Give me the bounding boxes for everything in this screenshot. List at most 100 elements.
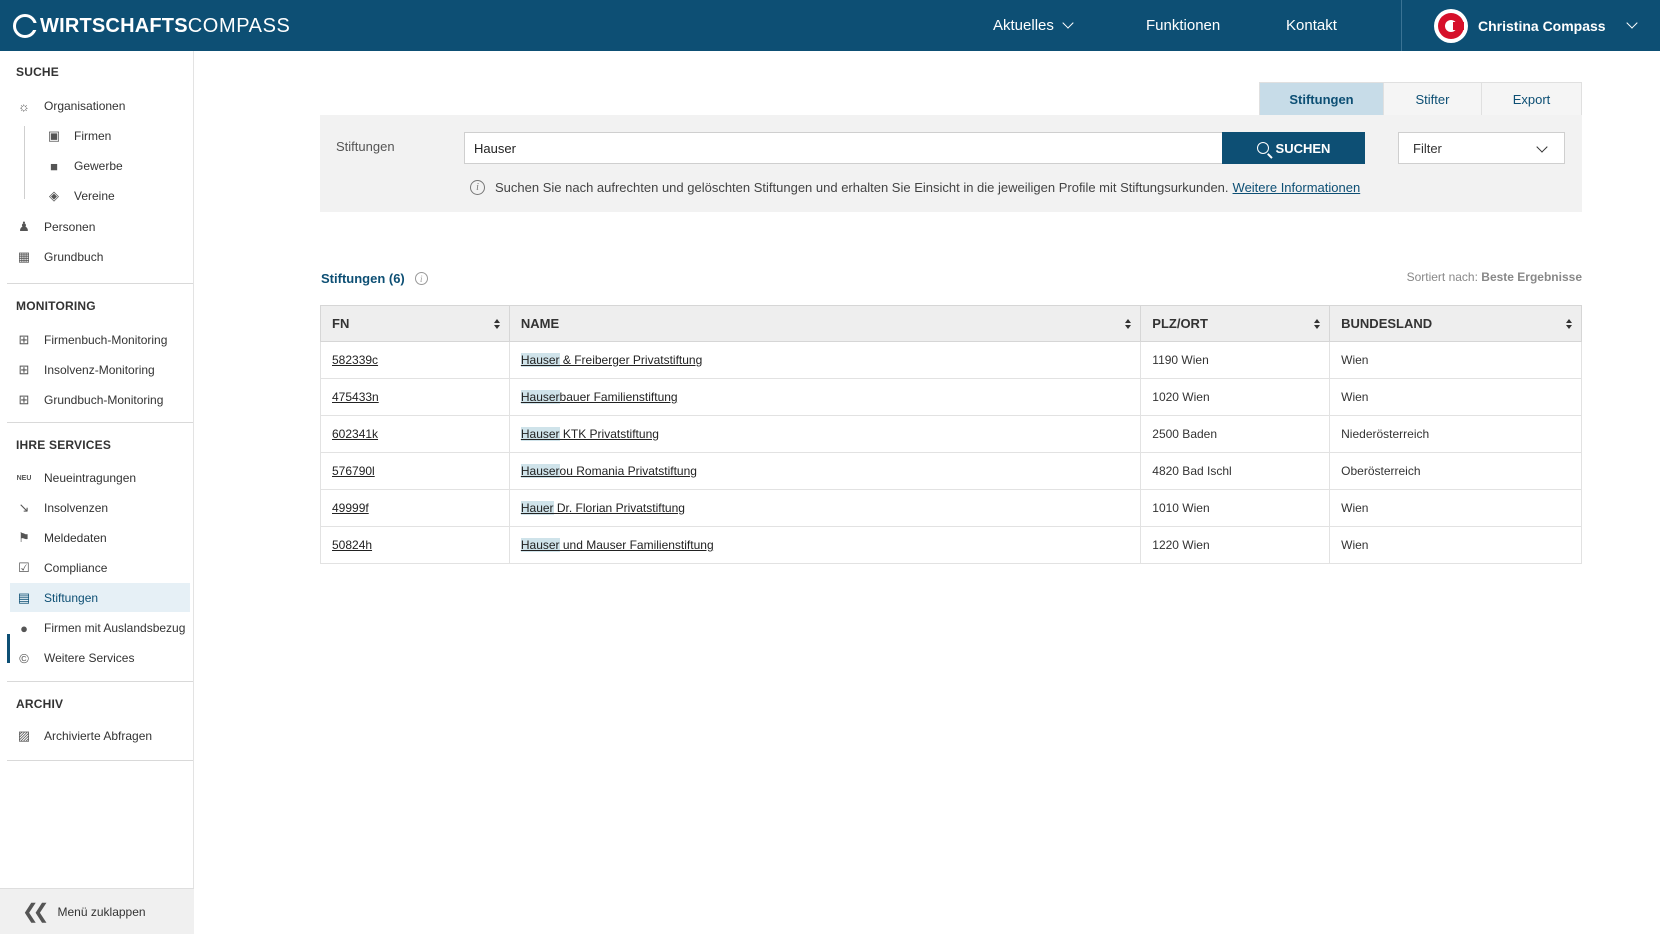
results-title-text: Stiftungen (6) — [321, 271, 405, 286]
fn-link[interactable]: 602341k — [332, 427, 378, 441]
fn-link[interactable]: 582339c — [332, 353, 378, 367]
collapse-menu-label: Menü zuklappen — [57, 904, 146, 919]
fn-link[interactable]: 50824h — [332, 538, 372, 552]
search-info: i Suchen Sie nach aufrechten und gelösch… — [470, 180, 1360, 195]
sidebar-divider — [7, 681, 193, 682]
sidebar-item-gewerbe[interactable]: ■ Gewerbe — [46, 153, 190, 179]
name-text: Dr. Florian Privatstiftung — [553, 501, 685, 515]
table-row: 50824h Hauser und Mauser Familienstiftun… — [320, 526, 1582, 564]
name-link[interactable]: Hauer Dr. Florian Privatstiftung — [520, 501, 685, 515]
column-label: PLZ/ORT — [1152, 316, 1208, 331]
search-input[interactable] — [464, 132, 1223, 164]
monitor-add-icon: ⊞ — [18, 392, 30, 407]
neu-badge: NEU — [16, 474, 32, 482]
sidebar-item-label: Firmen mit Auslandsbezug — [44, 621, 186, 635]
sidebar-item-compliance[interactable]: ☑ Compliance — [16, 555, 190, 581]
building-columns-icon: ▤ — [17, 589, 31, 605]
more-info-link[interactable]: Weitere Informationen — [1233, 180, 1361, 195]
filter-label: Filter — [1413, 140, 1442, 156]
collapse-menu-button[interactable]: ❮❮ Menü zuklappen — [0, 888, 194, 934]
name-link[interactable]: Hauser KTK Privatstiftung — [520, 427, 659, 441]
cell-fn: 50824h — [320, 526, 510, 564]
fn-link[interactable]: 576790l — [332, 464, 375, 478]
info-icon[interactable]: i — [414, 272, 428, 285]
sidebar-item-label: Grundbuch-Monitoring — [44, 393, 164, 407]
sidebar-item-neueintragungen[interactable]: NEU Neueintragungen — [16, 465, 190, 491]
column-header-name[interactable]: NAME — [508, 305, 1142, 342]
cell-fn: 602341k — [320, 415, 510, 453]
sidebar-item-label: Neueintragungen — [44, 471, 137, 485]
table-row: 602341k Hauser KTK Privatstiftung 2500 B… — [320, 415, 1582, 453]
section-title-archiv: ARCHIV — [16, 697, 64, 711]
sidebar-item-firmenbuch-monitoring[interactable]: ⊞ Firmenbuch-Monitoring — [16, 327, 190, 353]
search-button[interactable]: SUCHEN — [1222, 132, 1365, 164]
name-link[interactable]: Hauser und Mauser Familienstiftung — [520, 538, 714, 552]
flag-icon: ⚑ — [18, 530, 30, 545]
cell-fn: 582339c — [320, 341, 510, 379]
sort-icon — [1125, 319, 1132, 330]
user-menu[interactable]: Christina Compass — [1434, 0, 1638, 51]
sidebar-item-weitere-services[interactable]: © Weitere Services — [16, 645, 190, 671]
tab-stiftungen[interactable]: Stiftungen — [1260, 83, 1383, 115]
fn-link[interactable]: 475433n — [332, 390, 379, 404]
nav-kontakt[interactable]: Kontakt — [1286, 17, 1337, 34]
sidebar-item-label: Grundbuch — [44, 250, 104, 264]
top-bar: WIRTSCHAFTS COMPASS Aktuelles Funktionen … — [0, 0, 1660, 51]
cell-name: Hauserou Romania Privatstiftung — [509, 452, 1142, 490]
search-highlight: Hauser — [520, 464, 560, 478]
sidebar-item-label: Vereine — [74, 189, 115, 203]
column-label: BUNDESLAND — [1341, 316, 1433, 331]
sort-prefix: Sortiert nach: — [1406, 270, 1478, 284]
name-link[interactable]: Hauserbauer Familienstiftung — [520, 390, 678, 404]
compass-logo-icon — [13, 14, 38, 38]
nav-funktionen[interactable]: Funktionen — [1146, 17, 1220, 34]
name-text: ou Romania Privatstiftung — [559, 464, 697, 478]
column-header-plz-ort[interactable]: PLZ/ORT — [1140, 305, 1331, 342]
sidebar-item-firmen-auslandsbezug[interactable]: ● Firmen mit Auslandsbezug — [16, 615, 190, 641]
archive-icon: ▨ — [17, 728, 31, 743]
sidebar-item-meldedaten[interactable]: ⚑ Meldedaten — [16, 525, 190, 551]
filter-dropdown[interactable]: Filter — [1398, 132, 1565, 164]
shield-icon: ◈ — [49, 188, 59, 203]
info-text: Suchen Sie nach aufrechten und gelöschte… — [495, 180, 1229, 195]
sidebar-item-insolvenzen[interactable]: ↘ Insolvenzen — [16, 495, 190, 521]
cell-bundesland: Wien — [1329, 526, 1582, 564]
sidebar-item-organisationen[interactable]: ☼ Organisationen — [16, 93, 190, 119]
nav-aktuelles[interactable]: Aktuelles — [993, 17, 1074, 34]
cell-name: Hauser & Freiberger Privatstiftung — [509, 341, 1142, 379]
sort-indicator[interactable]: Sortiert nach: Beste Ergebnisse — [1407, 270, 1582, 284]
sort-icon — [493, 319, 501, 330]
globe-icon: ● — [20, 620, 28, 636]
fn-link[interactable]: 49999f — [332, 501, 369, 515]
sidebar-item-personen[interactable]: ♟ Personen — [16, 214, 190, 240]
logo-text-bold: WIRTSCHAFTS — [40, 14, 188, 37]
sidebar-item-archivierte-abfragen[interactable]: ▨ Archivierte Abfragen — [16, 723, 190, 749]
table-row: 582339c Hauser & Freiberger Privatstiftu… — [320, 341, 1582, 379]
cell-name: Hauer Dr. Florian Privatstiftung — [509, 489, 1142, 527]
tab-export[interactable]: Export — [1481, 83, 1581, 115]
search-highlight: Hauser — [520, 538, 560, 552]
wirtschaftscompass-logo[interactable]: WIRTSCHAFTS COMPASS — [13, 13, 291, 39]
name-link[interactable]: Hauser & Freiberger Privatstiftung — [520, 353, 702, 367]
cell-plz-ort: 2500 Baden — [1140, 415, 1331, 453]
sidebar-item-grundbuch-monitoring[interactable]: ⊞ Grundbuch-Monitoring — [16, 387, 190, 413]
tab-stifter[interactable]: Stifter — [1383, 83, 1481, 115]
cell-bundesland: Wien — [1329, 489, 1582, 527]
sidebar-divider — [7, 760, 193, 761]
sidebar-item-label: Archivierte Abfragen — [44, 729, 153, 743]
search-tabs: Stiftungen Stifter Export — [1259, 82, 1582, 116]
search-highlight: Hauser — [520, 427, 560, 441]
info-icon: i — [470, 180, 485, 195]
section-title-services: IHRE SERVICES — [16, 438, 112, 452]
sidebar-item-stiftungen[interactable]: ▤ Stiftungen — [10, 583, 190, 612]
cell-name: Hauser KTK Privatstiftung — [509, 415, 1142, 453]
cell-name: Hauser und Mauser Familienstiftung — [509, 526, 1142, 564]
sidebar-item-label: Stiftungen — [44, 590, 99, 605]
sidebar-item-grundbuch[interactable]: ▦ Grundbuch — [16, 244, 190, 270]
sidebar-item-vereine[interactable]: ◈ Vereine — [46, 183, 190, 209]
sidebar-item-insolvenz-monitoring[interactable]: ⊞ Insolvenz-Monitoring — [16, 357, 190, 383]
column-header-fn[interactable]: FN — [320, 305, 510, 342]
name-link[interactable]: Hauserou Romania Privatstiftung — [520, 464, 697, 478]
sidebar-item-firmen[interactable]: ▣ Firmen — [46, 123, 190, 149]
column-header-bundesland[interactable]: BUNDESLAND — [1329, 305, 1582, 342]
